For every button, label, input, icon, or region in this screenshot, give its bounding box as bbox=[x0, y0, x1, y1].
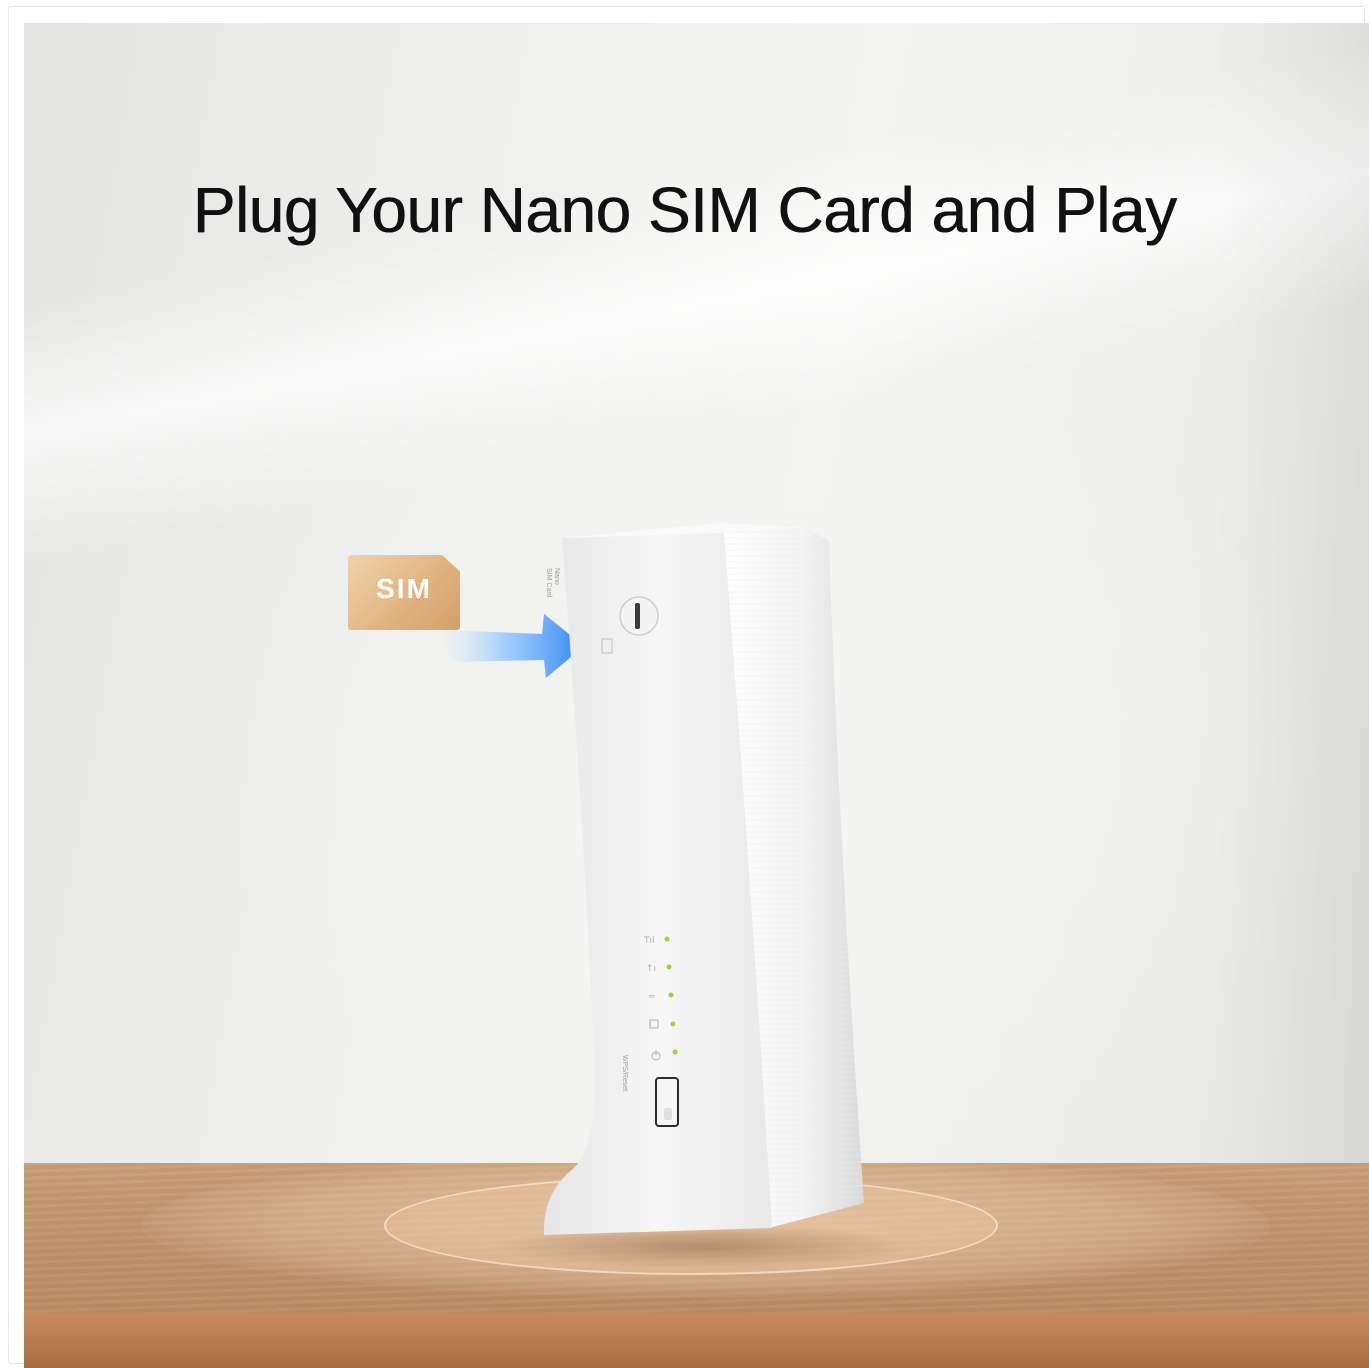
product-hero-image: Plug Your Nano SIM Card and Play SIM Tıl… bbox=[24, 23, 1369, 1368]
table-edge bbox=[24, 1313, 1369, 1368]
sim-label: SIM bbox=[376, 573, 432, 604]
svg-text:≈: ≈ bbox=[648, 992, 656, 1002]
sim-slot-label: Nano SIM Card bbox=[545, 568, 560, 598]
svg-text:↑ı: ↑ı bbox=[646, 964, 656, 974]
page-title: Plug Your Nano SIM Card and Play bbox=[192, 174, 1177, 246]
router-device: Tıl ↑ı ≈ bbox=[543, 523, 864, 1235]
svg-text:Tıl: Tıl bbox=[643, 936, 655, 946]
wps-reset-label: WPS/Reset bbox=[621, 1055, 628, 1092]
